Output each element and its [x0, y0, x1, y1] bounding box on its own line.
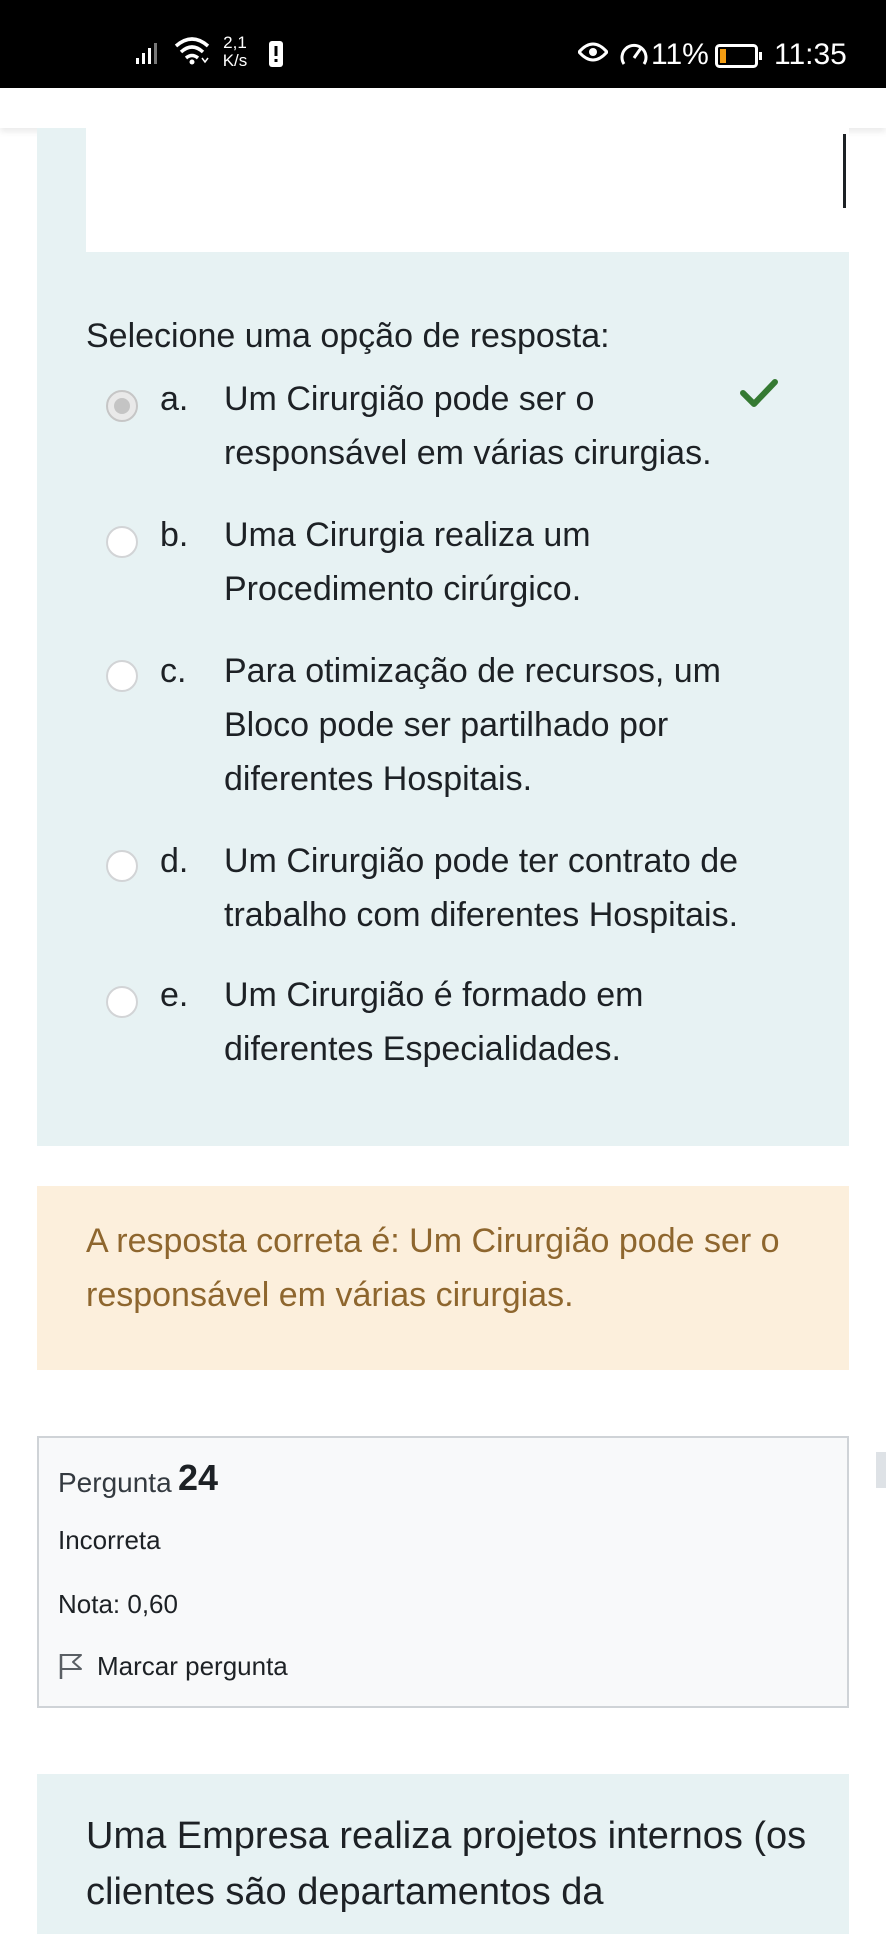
question-status: Incorreta	[58, 1525, 161, 1555]
option-text: Um Cirurgião é formado em diferentes Esp…	[224, 976, 644, 1068]
status-bar: 2,1 K/s 11% 11:35	[0, 0, 886, 88]
next-question-text: Uma Empresa realiza projetos internos (o…	[86, 1815, 807, 1913]
radio-button[interactable]	[106, 390, 138, 422]
question-label: Pergunta	[58, 1467, 172, 1498]
option-letter: d.	[160, 842, 189, 880]
signal-icon	[136, 43, 157, 64]
question-content-box	[86, 128, 849, 252]
scroll-indicator[interactable]	[876, 1452, 886, 1488]
battery-icon	[715, 44, 762, 68]
gauge-icon	[620, 43, 648, 65]
radio-button[interactable]	[106, 526, 138, 558]
feedback-text: A resposta correta é: Um Cirurgião pode …	[86, 1222, 780, 1314]
option-text: Um Cirurgião pode ter contrato de trabal…	[224, 842, 739, 934]
eye-icon	[578, 42, 608, 62]
question-number: 24	[178, 1457, 219, 1498]
flag-question-label[interactable]: Marcar pergunta	[97, 1650, 288, 1682]
option-letter: e.	[160, 976, 189, 1014]
option-letter: b.	[160, 516, 189, 554]
clock: 11:35	[774, 38, 847, 71]
option-text: Um Cirurgião pode ser o responsável em v…	[224, 380, 712, 472]
radio-button[interactable]	[106, 986, 138, 1018]
battery-percent: 11%	[651, 38, 709, 71]
alert-icon	[269, 41, 283, 67]
option-letter: a.	[160, 380, 189, 418]
flag-icon[interactable]	[58, 1652, 84, 1680]
answer-prompt: Selecione uma opção de resposta:	[86, 317, 610, 355]
option-text: Uma Cirurgia realiza um Procedimento cir…	[224, 516, 591, 608]
question-grade: Nota: 0,60	[58, 1589, 178, 1619]
correct-check-icon	[740, 379, 778, 407]
option-text: Para otimização de recursos, um Bloco po…	[224, 652, 721, 798]
header-strip	[0, 88, 886, 128]
content-edge-line	[843, 134, 846, 208]
wifi-icon	[174, 37, 210, 65]
radio-button[interactable]	[106, 850, 138, 882]
network-speed: 2,1 K/s	[222, 33, 248, 70]
radio-button[interactable]	[106, 660, 138, 692]
option-letter: c.	[160, 652, 187, 690]
